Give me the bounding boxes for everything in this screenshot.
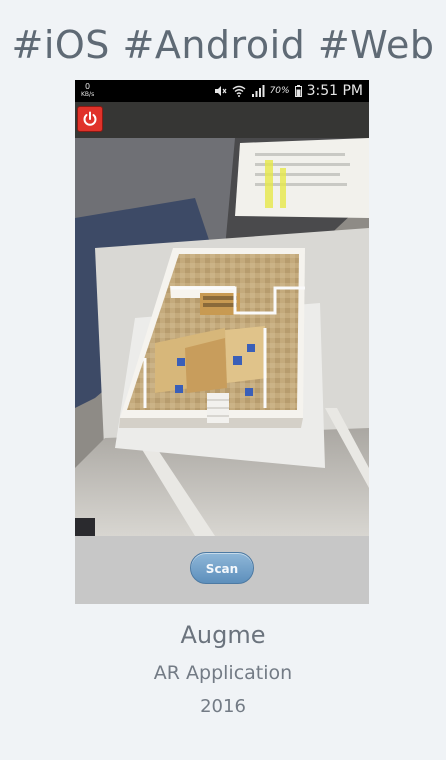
project-title: Augme (180, 621, 266, 649)
wifi-icon (232, 85, 246, 97)
status-bar: 0 KB/s 70% 3:51 PM (75, 80, 369, 102)
app-screenshot: 0 KB/s 70% 3:51 PM Scan (75, 80, 369, 604)
battery-percent: 70% (269, 86, 290, 96)
battery-icon (294, 85, 302, 97)
project-subtitle: AR Application (153, 662, 293, 684)
app-bottom-bar: Scan (75, 536, 369, 604)
mute-icon (214, 86, 227, 96)
portfolio-card: #iOS #Android #Web 0 KB/s 70% 3:51 PM Sc… (0, 0, 446, 760)
network-rate-value: 0 (85, 82, 91, 91)
app-top-bar (75, 102, 369, 138)
network-rate-unit: KB/s (81, 91, 95, 98)
power-button[interactable] (77, 106, 103, 132)
clock: 3:51 PM (306, 83, 363, 99)
status-icons: 70% 3:51 PM (213, 82, 363, 100)
camera-view (75, 138, 369, 536)
ar-scene-image (75, 138, 369, 536)
signal-icon (251, 85, 265, 97)
network-rate: 0 KB/s (81, 82, 94, 98)
platforms-headline: #iOS #Android #Web (11, 23, 435, 67)
project-year: 2016 (200, 696, 246, 717)
power-icon (83, 111, 97, 126)
scan-button[interactable]: Scan (190, 552, 254, 584)
